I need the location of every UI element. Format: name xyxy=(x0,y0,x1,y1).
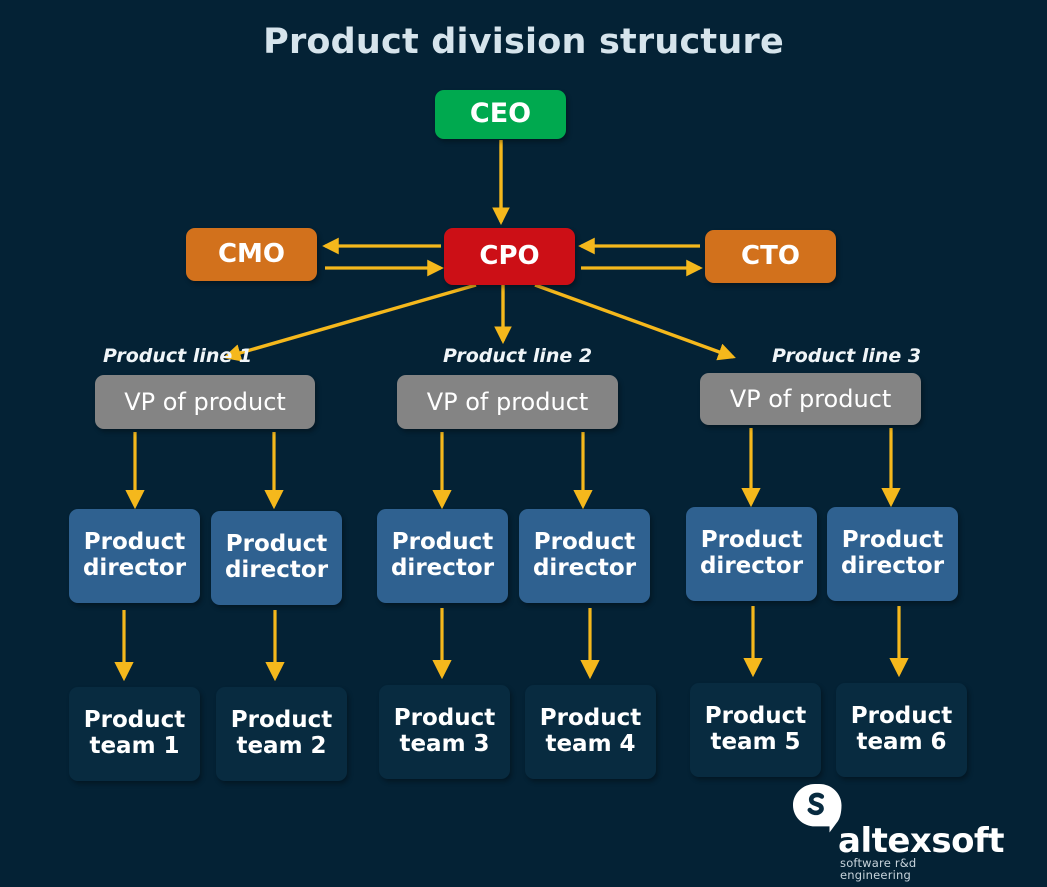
logo-wordmark: altexsoft xyxy=(838,821,1004,861)
edge-cpo-to-vp1 xyxy=(223,283,477,362)
node-team2-label: Product team 2 xyxy=(230,707,333,759)
node-team4-label: Product team 4 xyxy=(539,705,642,757)
node-cmo[interactable]: CMO xyxy=(186,228,317,281)
node-dir1-label: Product director xyxy=(82,529,187,581)
node-ceo-label: CEO xyxy=(469,98,532,130)
node-product-director-5[interactable]: Product director xyxy=(686,507,817,601)
node-vp1-label: VP of product xyxy=(124,387,286,416)
node-team1-label: Product team 1 xyxy=(83,707,186,759)
node-dir2-label: Product director xyxy=(224,531,329,583)
node-dir4-label: Product director xyxy=(532,529,637,581)
node-vp-product-line-2[interactable]: VP of product xyxy=(397,375,618,429)
node-cpo-label: CPO xyxy=(479,240,540,271)
node-product-director-2[interactable]: Product director xyxy=(211,511,342,605)
node-product-director-6[interactable]: Product director xyxy=(827,507,958,601)
node-vp2-label: VP of product xyxy=(426,387,589,416)
node-dir5-label: Product director xyxy=(699,527,804,579)
node-ceo[interactable]: CEO xyxy=(435,90,566,139)
node-product-director-1[interactable]: Product director xyxy=(69,509,200,603)
node-cmo-label: CMO xyxy=(217,238,286,269)
node-product-team-3[interactable]: Product team 3 xyxy=(379,685,510,779)
node-team3-label: Product team 3 xyxy=(393,705,496,757)
org-chart-canvas: Product division structure CEO CMO CPO C… xyxy=(0,0,1047,887)
node-product-team-5[interactable]: Product team 5 xyxy=(690,683,821,777)
node-cpo[interactable]: CPO xyxy=(444,228,575,285)
altexsoft-logo: altexsoft software r&d engineering xyxy=(786,782,1004,880)
node-team5-label: Product team 5 xyxy=(704,703,807,755)
node-cto[interactable]: CTO xyxy=(705,230,836,283)
group-label-product-line-1: Product line 1 xyxy=(103,345,253,367)
node-vp3-label: VP of product xyxy=(729,384,892,413)
group-label-product-line-2: Product line 2 xyxy=(443,345,593,367)
node-dir3-label: Product director xyxy=(390,529,495,581)
node-team6-label: Product team 6 xyxy=(850,703,953,755)
group-label-product-line-3: Product line 3 xyxy=(772,345,922,367)
node-vp-product-line-3[interactable]: VP of product xyxy=(700,373,921,425)
page-title: Product division structure xyxy=(263,22,784,62)
altexsoft-bubble-icon xyxy=(793,784,842,833)
node-dir6-label: Product director xyxy=(840,527,945,579)
node-product-team-4[interactable]: Product team 4 xyxy=(525,685,656,779)
node-vp-product-line-1[interactable]: VP of product xyxy=(95,375,315,429)
node-product-director-3[interactable]: Product director xyxy=(377,509,508,603)
node-product-team-6[interactable]: Product team 6 xyxy=(836,683,967,777)
node-product-director-4[interactable]: Product director xyxy=(519,509,650,603)
node-cto-label: CTO xyxy=(741,240,800,271)
node-product-team-2[interactable]: Product team 2 xyxy=(216,687,347,781)
logo-tagline: software r&d engineering xyxy=(840,856,917,882)
node-product-team-1[interactable]: Product team 1 xyxy=(69,687,200,781)
